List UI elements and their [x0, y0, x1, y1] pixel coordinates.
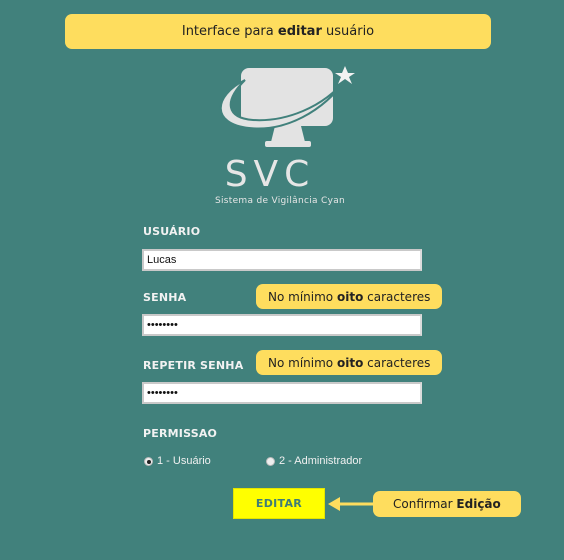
user-input[interactable]: Lucas: [142, 249, 422, 271]
repeat-password-hint: No mínimo oito caracteres: [256, 350, 443, 375]
password-hint-prefix: No mínimo: [268, 289, 334, 304]
password-hint-bold: oito: [336, 289, 364, 304]
permission-label: PERMISSAO: [143, 427, 218, 440]
banner-bold: editar: [277, 24, 322, 39]
confirm-hint-bold: Edição: [456, 497, 501, 511]
repeat-hint-prefix: No mínimo: [268, 355, 334, 370]
radio-user-label: 1 - Usuário: [157, 455, 211, 467]
password-label: SENHA: [143, 291, 187, 304]
password-hint-suffix: caracteres: [367, 289, 431, 304]
password-input[interactable]: ••••••••: [142, 314, 422, 336]
edit-button[interactable]: EDITAR: [233, 488, 325, 519]
repeat-hint-bold: oito: [336, 355, 364, 370]
banner-prefix: Interface para: [181, 24, 274, 39]
user-label: USUÁRIO: [143, 225, 201, 238]
arrow-left-icon: [328, 497, 376, 511]
logo-title: SVC: [224, 154, 316, 195]
title-banner: Interface para editar usuário: [65, 14, 491, 49]
banner-suffix: usuário: [326, 24, 375, 39]
permission-option-user[interactable]: 1 - Usuário: [144, 455, 211, 467]
monitor-logo-icon: [219, 66, 355, 147]
confirm-hint-prefix: Confirmar: [393, 497, 453, 511]
permission-option-admin[interactable]: 2 - Administrador: [266, 455, 362, 467]
radio-admin[interactable]: [266, 456, 275, 466]
repeat-password-input[interactable]: ••••••••: [142, 382, 422, 404]
logo-subtitle: Sistema de Vigilância Cyan: [214, 196, 346, 206]
radio-admin-label: 2 - Administrador: [279, 455, 363, 467]
confirm-hint: Confirmar Edição: [373, 491, 521, 517]
radio-user[interactable]: [144, 456, 153, 466]
svc-logo: SVC Sistema de Vigilância Cyan: [205, 62, 365, 212]
repeat-hint-suffix: caracteres: [367, 355, 431, 370]
repeat-password-label: REPETIR SENHA: [143, 359, 244, 372]
password-hint: No mínimo oito caracteres: [256, 284, 443, 309]
